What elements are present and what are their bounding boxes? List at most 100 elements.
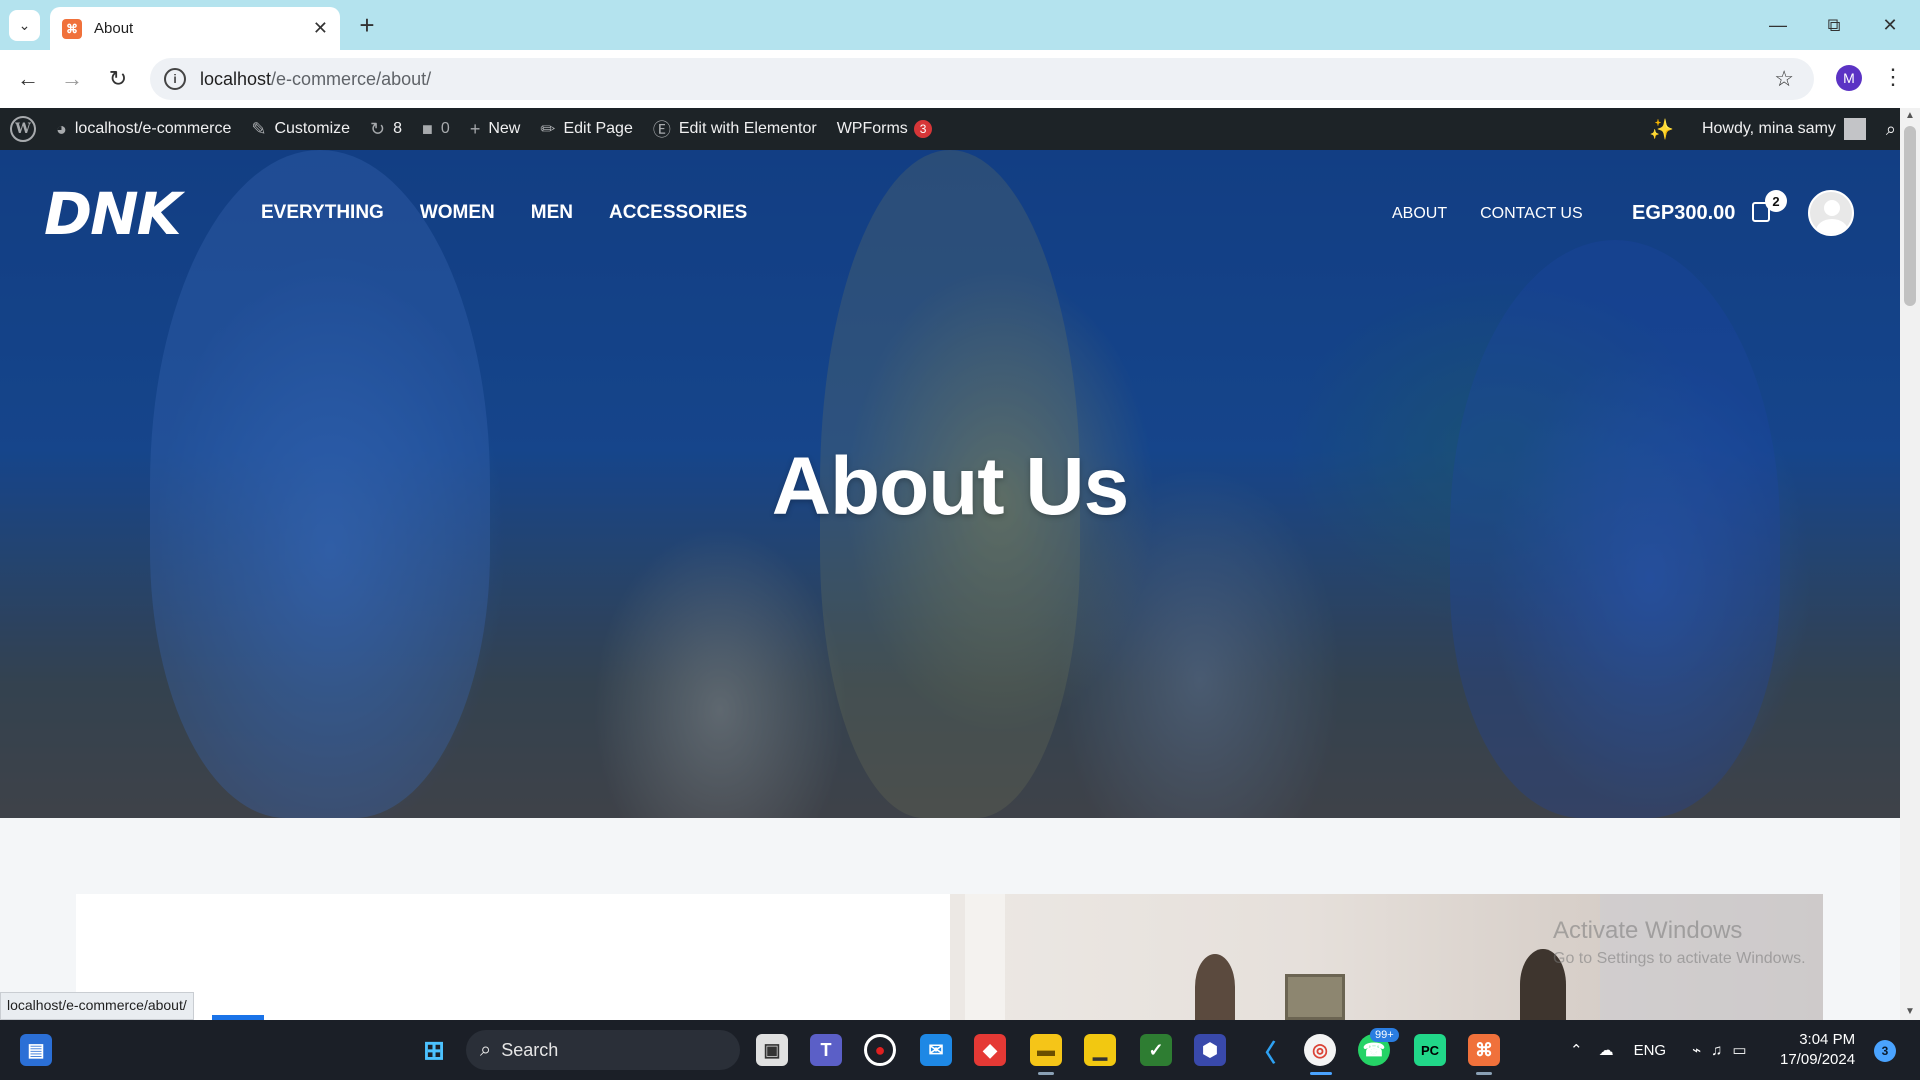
nav-item-women[interactable]: WOMEN [420, 202, 495, 224]
dashboard-icon: ◕ [56, 118, 67, 139]
onedrive-icon[interactable]: ☁ [1599, 1041, 1614, 1059]
taskbar-clock[interactable]: 3:04 PM 17/09/2024 [1780, 1030, 1855, 1070]
wp-admin-bar: W ◕ localhost/e-commerce ✎ Customize ↻ 8… [0, 108, 1920, 150]
search-icon: ⌕ [1885, 118, 1896, 139]
comment-icon: ■ [422, 118, 433, 139]
nav-item-men[interactable]: MEN [531, 202, 573, 224]
activate-windows-subtitle: Go to Settings to activate Windows. [1553, 950, 1806, 967]
new-content-link[interactable]: + New [460, 108, 531, 150]
updates-link[interactable]: ↻ 8 [360, 108, 412, 150]
anydesk-icon[interactable]: ◆ [974, 1034, 1006, 1066]
close-tab-icon[interactable]: ✕ [313, 18, 328, 39]
volume-icon[interactable]: ♫ [1711, 1042, 1722, 1059]
wpforms-link[interactable]: WPForms 3 [827, 108, 943, 150]
new-tab-button[interactable]: + [352, 10, 382, 40]
cart-total[interactable]: EGP300.00 [1632, 202, 1735, 225]
file-explorer-icon[interactable]: ▬ [1030, 1034, 1062, 1066]
windows-start-icon[interactable]: ⊞ [418, 1034, 450, 1066]
close-window-button[interactable]: ✕ [1870, 10, 1910, 40]
reload-button[interactable]: ↻ [102, 63, 134, 95]
power-bi-icon[interactable]: ▁ [1084, 1034, 1116, 1066]
windows-taskbar: ▤ ⊞ ⌕ Search ▣ T ● ✉ ◆ ▬ ▁ ✓ ⬢ 〈 ◎ ☎ 99+… [0, 1020, 1920, 1080]
plus-icon: + [469, 118, 481, 139]
cart-count-badge: 2 [1765, 190, 1787, 212]
wpforms-badge: 3 [913, 120, 933, 138]
status-bar-url: localhost/e-commerce/about/ [0, 992, 194, 1020]
hero-section: DNK EVERYTHING WOMEN MEN ACCESSORIES ABO… [0, 150, 1900, 818]
photo-window-frame [965, 894, 1005, 1020]
nav-item-everything[interactable]: EVERYTHING [261, 202, 384, 224]
account-avatar[interactable] [1808, 190, 1854, 236]
file-explorer-running-indicator [1038, 1072, 1054, 1075]
search-icon: ⌕ [480, 1038, 492, 1061]
notification-count-badge[interactable]: 3 [1874, 1040, 1896, 1062]
xampp-running-indicator [1476, 1072, 1492, 1075]
tab-search-button[interactable]: ⌄ [9, 10, 40, 41]
xampp-favicon-icon: ⌘ [62, 18, 82, 39]
widgets-icon[interactable]: ▤ [20, 1034, 52, 1066]
minimize-button[interactable]: — [1758, 10, 1798, 40]
activate-windows-title: Activate Windows [1553, 917, 1743, 944]
edit-with-elementor-link[interactable]: Ⓔ Edit with Elementor [643, 108, 827, 150]
wp-logo-menu[interactable]: W [0, 108, 46, 150]
system-tray: ⌃ ☁ ENG ⌁ ♫ ▭ [1570, 1020, 1747, 1080]
site-info-icon[interactable]: i [164, 68, 186, 90]
chrome-active-indicator [1310, 1072, 1332, 1075]
browser-toolbar: ← → ↻ i localhost/e-commerce/about/ ☆ M … [0, 50, 1920, 108]
browser-tabstrip: ⌄ ⌘ About ✕ + — ⧉ ✕ [0, 0, 1920, 50]
site-name-link[interactable]: ◕ localhost/e-commerce [46, 108, 241, 150]
profile-avatar[interactable]: M [1836, 65, 1862, 91]
wordpress-icon: W [10, 116, 36, 142]
scroll-down-arrow-icon[interactable]: ▼ [1905, 1006, 1915, 1017]
vscode-icon[interactable]: 〈 [1248, 1034, 1280, 1067]
wp-admin-bar-right: ✨ Howdy, mina samy ⌕ [1639, 108, 1920, 150]
tab-title: About [94, 20, 134, 37]
address-bar[interactable]: i localhost/e-commerce/about/ ☆ [150, 58, 1814, 100]
updates-icon: ↻ [370, 118, 386, 139]
forward-button[interactable]: → [56, 63, 88, 95]
nav-item-contact-us[interactable]: CONTACT US [1480, 205, 1583, 223]
customize-link[interactable]: ✎ Customize [241, 108, 360, 150]
battery-icon[interactable]: ▭ [1732, 1041, 1746, 1059]
wifi-icon[interactable]: ⌁ [1692, 1041, 1701, 1059]
bookmark-star-icon[interactable]: ☆ [1774, 66, 1794, 92]
secondary-navigation: ABOUT CONTACT US [1392, 205, 1583, 223]
user-avatar-small [1843, 118, 1866, 140]
url-text: localhost/e-commerce/about/ [200, 68, 432, 89]
show-hidden-icons-icon[interactable]: ⌃ [1570, 1041, 1583, 1059]
pycharm-icon[interactable]: PC [1414, 1034, 1446, 1066]
nav-item-accessories[interactable]: ACCESSORIES [609, 202, 747, 224]
excel-tool-icon[interactable]: ✓ [1140, 1034, 1172, 1066]
comments-link[interactable]: ■ 0 [412, 108, 460, 150]
chevron-down-icon: ⌄ [18, 17, 31, 33]
language-indicator[interactable]: ENG [1634, 1042, 1667, 1059]
chrome-icon[interactable]: ◎ [1304, 1034, 1336, 1066]
site-logo[interactable]: DNK [44, 180, 182, 248]
sparkle-icon: ✨ [1649, 118, 1674, 141]
main-navigation: EVERYTHING WOMEN MEN ACCESSORIES [261, 202, 747, 224]
my-account-menu[interactable]: Howdy, mina samy [1684, 108, 1876, 150]
browser-tab-about[interactable]: ⌘ About ✕ [50, 7, 340, 50]
whatsapp-badge: 99+ [1370, 1028, 1399, 1042]
xampp-icon[interactable]: ⌘ [1468, 1034, 1500, 1066]
virtualbox-icon[interactable]: ⬢ [1194, 1034, 1226, 1066]
mail-icon[interactable]: ✉ [920, 1034, 952, 1066]
ai-sparkle-button[interactable]: ✨ [1639, 108, 1684, 150]
pencil-icon: ✏ [540, 118, 556, 139]
task-view-icon[interactable]: ▣ [756, 1034, 788, 1066]
nav-item-about[interactable]: ABOUT [1392, 205, 1447, 223]
page-scrollbar[interactable]: ▲ ▼ [1900, 108, 1920, 1020]
screen-recorder-icon[interactable]: ● [864, 1034, 896, 1066]
photo-person-left [1195, 954, 1235, 1020]
teams-icon[interactable]: T [810, 1034, 842, 1066]
scroll-up-arrow-icon[interactable]: ▲ [1905, 110, 1915, 121]
photo-picture-frame [1285, 974, 1345, 1020]
restore-button[interactable]: ⧉ [1814, 10, 1854, 40]
edit-page-link[interactable]: ✏ Edit Page [530, 108, 642, 150]
back-button[interactable]: ← [12, 63, 44, 95]
clock-time: 3:04 PM [1799, 1031, 1856, 1048]
taskbar-search[interactable]: ⌕ Search [466, 1030, 740, 1070]
scroll-thumb[interactable] [1904, 126, 1916, 306]
page-title: About Us [771, 441, 1129, 532]
browser-menu-icon[interactable]: ⋮ [1882, 64, 1904, 90]
